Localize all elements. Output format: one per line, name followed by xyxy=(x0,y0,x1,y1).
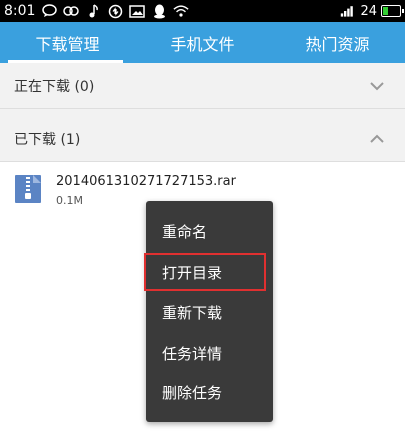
section-label: 已下载 (1) xyxy=(14,131,81,148)
menu-item-redownload[interactable]: 重新下载 xyxy=(146,292,273,332)
music-note-icon xyxy=(85,3,101,19)
status-time: 8:01 xyxy=(4,3,36,19)
section-downloaded[interactable]: 已下载 (1) xyxy=(0,116,405,162)
chat-bubble-icon xyxy=(41,3,57,19)
tab-popular-resources[interactable]: 热门资源 xyxy=(270,22,405,63)
section-downloading[interactable]: 正在下载 (0) xyxy=(0,63,405,109)
status-right: 24 xyxy=(340,0,404,22)
menu-item-task-details[interactable]: 任务详情 xyxy=(146,333,273,373)
chevron-up-icon xyxy=(369,131,385,147)
tab-label: 手机文件 xyxy=(170,34,235,54)
status-bar: 8:01 24 xyxy=(0,0,405,22)
wifi-icon xyxy=(173,3,190,19)
context-menu: 重命名 打开目录 重新下载 任务详情 删除任务 xyxy=(144,201,273,422)
section-label: 正在下载 (0) xyxy=(14,78,95,95)
sync-icon xyxy=(107,3,123,19)
archive-file-icon xyxy=(14,174,42,204)
menu-item-delete-task[interactable]: 删除任务 xyxy=(146,372,273,412)
tab-bar: 下载管理 手机文件 热门资源 xyxy=(0,22,405,63)
tab-label: 下载管理 xyxy=(35,34,100,54)
file-name: 20140613102717271​53.rar xyxy=(56,174,236,189)
infinity-icon xyxy=(63,3,80,19)
tab-download-manager[interactable]: 下载管理 xyxy=(0,22,135,63)
tab-phone-files[interactable]: 手机文件 xyxy=(135,22,270,63)
chevron-down-icon xyxy=(369,78,385,94)
battery-icon xyxy=(381,5,404,17)
tab-label: 热门资源 xyxy=(305,34,370,54)
menu-item-open-directory[interactable]: 打开目录 xyxy=(144,253,266,291)
file-size: 0.1M xyxy=(56,194,83,207)
penguin-icon xyxy=(151,3,167,19)
notification-icons xyxy=(41,3,190,19)
menu-item-rename[interactable]: 重命名 xyxy=(146,211,273,251)
image-icon xyxy=(129,3,146,19)
battery-level: 24 xyxy=(360,3,377,19)
signal-icon xyxy=(340,3,356,19)
